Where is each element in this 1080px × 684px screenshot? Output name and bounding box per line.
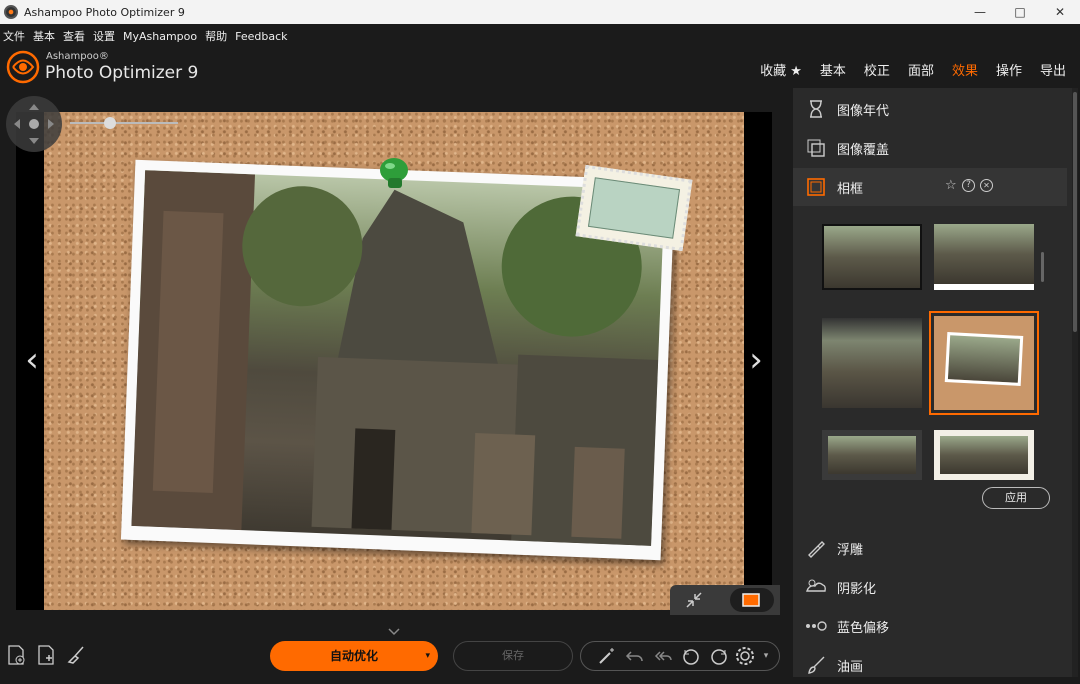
undo-all-icon[interactable] [651,644,675,668]
rotate-left-icon[interactable] [679,644,703,668]
pan-control[interactable] [6,96,62,152]
zoom-slider[interactable] [70,122,178,124]
undo-icon[interactable] [623,644,647,668]
effect-image-overlay[interactable]: 图像覆盖 [793,129,1067,167]
title-bar: Ashampoo Photo Optimizer 9 — □ ✕ [0,0,1080,24]
rotate-right-icon[interactable] [707,644,731,668]
frame-thumbnails [822,220,1042,480]
auto-optimize-button[interactable]: 自动优化 ▾ [270,641,438,671]
brand-company: Ashampoo® [46,51,109,62]
effect-shadow[interactable]: 阴影化 [793,568,1067,606]
frame-icon [805,176,827,198]
effect-image-age-label: 图像年代 [837,103,890,119]
postage-stamp [575,164,693,252]
blue-shift-icon [805,615,827,637]
menu-basic[interactable]: 基本 [30,28,60,44]
frame-thumbnail[interactable] [822,430,922,480]
maximize-button[interactable]: □ [1000,0,1040,24]
effect-image-overlay-label: 图像覆盖 [837,142,890,158]
nav-correction[interactable]: 校正 [864,60,890,79]
compare-view-icon[interactable] [730,588,774,612]
favorite-star-icon[interactable]: ☆ [945,178,957,193]
magic-wand-icon[interactable] [595,644,619,668]
nav-operations[interactable]: 操作 [996,60,1022,79]
effect-image-age[interactable]: 图像年代 [793,90,1067,128]
close-icon[interactable]: ✕ [980,179,993,192]
emboss-icon [805,537,827,559]
auto-optimize-label: 自动优化 [329,649,378,663]
clear-broom-icon[interactable] [64,643,88,667]
help-icon[interactable]: ? [962,179,975,192]
shadow-icon [805,576,827,598]
brush-icon [805,654,827,676]
menu-view[interactable]: 查看 [60,28,90,44]
nav-basic[interactable]: 基本 [820,60,846,79]
nav-effects[interactable]: 效果 [952,60,978,79]
ashampoo-logo-icon [6,50,40,84]
effect-emboss-label: 浮雕 [837,542,864,558]
overlay-icon [805,137,827,159]
close-button[interactable]: ✕ [1040,0,1080,24]
minimize-button[interactable]: — [960,0,1000,24]
menu-myashampoo[interactable]: MyAshampoo [120,30,202,43]
window-title: Ashampoo Photo Optimizer 9 [24,5,185,19]
thumbnail-scrollbar-thumb[interactable] [1041,252,1044,282]
expand-panel-chevron-icon[interactable] [382,625,406,639]
next-image-arrow-icon[interactable]: › [744,340,768,380]
frame-thumbnail[interactable] [934,430,1034,480]
shrink-icon[interactable] [682,588,706,612]
frame-thumbnail[interactable] [822,318,922,408]
save-button[interactable]: 保存 [453,641,573,671]
settings-gear-icon[interactable] [733,644,757,668]
frame-thumbnail-selected[interactable] [929,311,1039,415]
effect-emboss[interactable]: 浮雕 [793,529,1067,567]
tools-dropdown-icon[interactable]: ▾ [757,644,775,668]
nav-favorites[interactable]: 收藏 ★ [760,60,802,79]
menu-feedback[interactable]: Feedback [232,30,292,43]
apply-button[interactable]: 应用 [982,487,1050,509]
menu-file[interactable]: 文件 [0,28,30,44]
menu-bar: 文件 基本 查看 设置 MyAshampoo 帮助 Feedback [0,26,293,46]
previous-image-arrow-icon[interactable]: ‹ [20,340,44,380]
frame-thumbnail[interactable] [822,224,922,290]
effect-blue-shift[interactable]: 蓝色偏移 [793,607,1067,645]
auto-optimize-dropdown-icon[interactable]: ▾ [425,641,430,671]
menu-settings[interactable]: 设置 [90,28,120,44]
effect-blue-shift-label: 蓝色偏移 [837,620,890,636]
menu-help[interactable]: 帮助 [202,28,232,44]
pushpin-icon [380,158,408,188]
top-nav: 收藏 ★ 基本 校正 面部 效果 操作 导出 [742,60,1066,79]
effect-frame[interactable]: 相框 ☆ ? ✕ [793,168,1067,206]
effect-shadow-label: 阴影化 [837,581,877,597]
effect-oil-painting[interactable]: 油画 [793,646,1067,684]
effect-oil-painting-label: 油画 [837,659,864,675]
brand: Ashampoo® Photo Optimizer 9 [6,50,206,86]
edit-tools-group: ▾ [580,641,780,671]
sidebar-scrollbar-thumb[interactable] [1073,92,1077,332]
nav-face[interactable]: 面部 [908,60,934,79]
add-folder-icon[interactable] [34,643,58,667]
nav-export[interactable]: 导出 [1040,60,1066,79]
brand-product: Photo Optimizer 9 [45,63,199,83]
add-file-icon[interactable] [4,643,28,667]
frame-thumbnail[interactable] [934,224,1034,290]
effect-frame-label: 相框 [837,181,864,197]
app-icon [4,5,18,19]
view-tools [670,585,780,615]
zoom-slider-thumb[interactable] [104,117,116,129]
hourglass-icon [805,98,827,120]
